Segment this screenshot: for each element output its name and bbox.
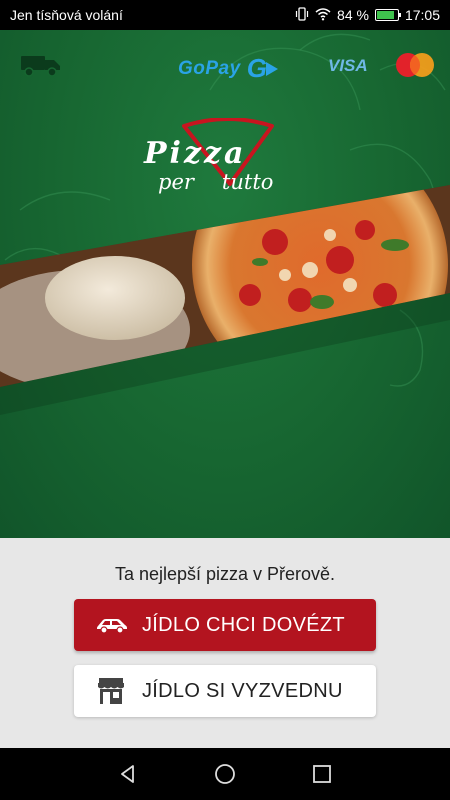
car-icon — [96, 616, 134, 634]
hero-banner: GoPay G VISA Pizza per tutto — [0, 30, 450, 538]
store-icon — [96, 676, 134, 706]
home-icon[interactable] — [210, 759, 240, 789]
pickup-button[interactable]: JÍDLO SI VYZVEDNU — [74, 665, 376, 717]
vibrate-icon — [295, 6, 309, 24]
tagline: Ta nejlepší pizza v Přerově. — [114, 564, 336, 584]
battery-icon — [374, 9, 401, 21]
system-nav-bar — [0, 748, 450, 800]
bottom-panel: Ta nejlepší pizza v Přerově. JÍDLO CHCI … — [0, 538, 450, 748]
battery-level-fill — [376, 11, 394, 19]
battery-percent: 84 % — [337, 7, 369, 23]
status-bar: Jen tísňová volání 84 % 17:05 — [0, 0, 450, 30]
delivery-button-label: JÍDLO CHCI DOVÉZT — [142, 613, 345, 636]
carrier-text: Jen tísňová volání — [10, 7, 123, 23]
delivery-button[interactable]: JÍDLO CHCI DOVÉZT — [74, 599, 376, 651]
recents-icon[interactable] — [307, 759, 337, 789]
clock: 17:05 — [404, 7, 440, 23]
back-icon[interactable] — [113, 759, 143, 789]
status-icons: 84 % 17:05 — [295, 6, 440, 24]
wifi-icon — [315, 7, 331, 24]
pickup-button-label: JÍDLO SI VYZVEDNU — [142, 679, 343, 702]
pizza-photo-band — [0, 185, 450, 415]
